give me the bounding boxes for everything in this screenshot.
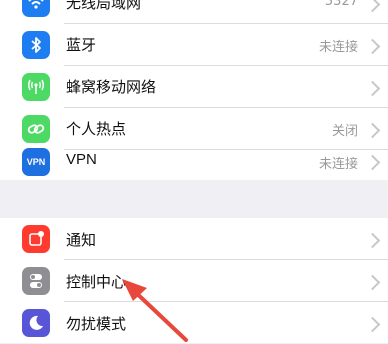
annotation-arrow [122,279,188,342]
